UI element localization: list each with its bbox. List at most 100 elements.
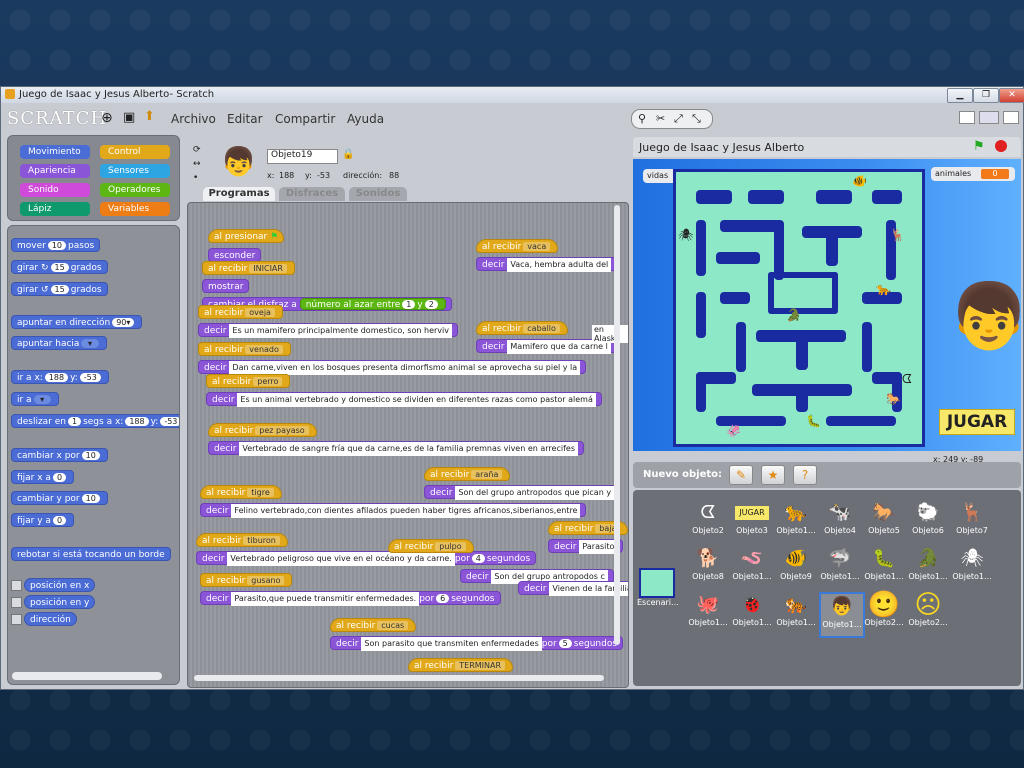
block-decir-viven[interactable]: decir Vienen de la familia: [518, 581, 628, 596]
block-al-recibir-arana[interactable]: al recibir araña: [424, 467, 511, 481]
sprite-name-field[interactable]: Objeto19: [267, 149, 338, 164]
block-decir-vaca[interactable]: decir Vaca, hembra adulta del: [476, 257, 618, 272]
block-al-recibir-gusano[interactable]: al recibir gusano: [200, 573, 293, 587]
block-ir-a[interactable]: ir a ▾: [11, 392, 59, 406]
stop-icon[interactable]: [995, 140, 1007, 152]
block-decir-arana[interactable]: decir Son del grupo antropodos que pican …: [424, 485, 621, 500]
sprite-thumb-5[interactable]: 🐎 Objeto5: [863, 500, 905, 542]
block-al-recibir-terminar[interactable]: al recibir TERMINAR: [408, 658, 514, 672]
category-sensores[interactable]: Sensores: [100, 164, 170, 178]
menu-editar[interactable]: Editar: [227, 112, 263, 126]
no-rotate-icon[interactable]: •: [193, 173, 198, 183]
presentation-icon[interactable]: [1003, 111, 1019, 124]
tab-sonidos[interactable]: Sonidos: [349, 187, 407, 201]
category-sonido[interactable]: Sonido: [20, 183, 90, 197]
sprite-thumb-14[interactable]: 🕷 Objeto1...: [951, 546, 993, 588]
block-al-recibir-pez[interactable]: al recibir pez payaso: [208, 423, 317, 437]
block-decir-gusano[interactable]: decir Parasito,que puede transmitir enfer…: [200, 591, 501, 606]
menu-compartir[interactable]: Compartir: [275, 112, 335, 126]
category-control[interactable]: Control: [100, 145, 170, 159]
category-operadores[interactable]: Operadores: [100, 183, 170, 197]
block-decir-pez[interactable]: decir Vertebrado de sangre fría que da ca…: [208, 441, 584, 456]
lock-icon[interactable]: 🔒: [342, 149, 354, 160]
rotate-all-icon[interactable]: ⟳: [193, 145, 201, 155]
sprite-thumb-7[interactable]: 🦌 Objeto7: [951, 500, 993, 542]
scissors-icon[interactable]: ✂: [656, 112, 665, 125]
sprite-thumb-18[interactable]: 👦 Objeto1...: [819, 592, 865, 638]
block-al-recibir-tigre[interactable]: al recibir tigre: [200, 485, 282, 499]
block-al-recibir-cucas[interactable]: al recibir cucas: [330, 618, 417, 632]
sprite-thumb-20[interactable]: ☹ Objeto2...: [907, 592, 949, 634]
category-movimiento[interactable]: Movimiento: [20, 145, 90, 159]
scripts-vscrollbar[interactable]: [614, 205, 620, 645]
block-al-recibir-oveja[interactable]: al recibir oveja: [198, 305, 283, 319]
cheetah-sprite-icon[interactable]: 🐆: [876, 282, 891, 296]
tab-programas[interactable]: Programas: [203, 187, 275, 201]
block-decir-venado[interactable]: decir Dan carne,viven en los bosques pres…: [198, 360, 587, 375]
block-al-recibir-tiburon[interactable]: al recibir tiburon: [196, 533, 288, 547]
random-sprite-button[interactable]: ?: [793, 465, 817, 485]
block-fijar-y[interactable]: fijar y a0: [11, 513, 75, 527]
checkbox-posicion-y[interactable]: [11, 597, 22, 608]
block-girar-derecha[interactable]: girar ↻ 15 grados: [11, 260, 108, 274]
block-al-recibir-pulpo[interactable]: al recibir pulpo: [388, 539, 474, 553]
sprite-thumb-11[interactable]: 🦈 Objeto1...: [819, 546, 861, 588]
block-decir-tigre[interactable]: decir Felino vertebrado,con dientes afila…: [200, 503, 587, 518]
block-apuntar-direccion[interactable]: apuntar en dirección 90▾: [11, 315, 143, 329]
spider-sprite-icon[interactable]: 🕷: [678, 228, 693, 242]
fish-sprite-icon[interactable]: 🐠: [852, 174, 867, 188]
block-decir-perro[interactable]: decir Es un animal vertebrado y domestico…: [206, 392, 602, 407]
pacman-sprite-icon[interactable]: ᗧ: [902, 372, 912, 387]
hat-al-presionar[interactable]: al presionar ⚑: [208, 229, 285, 243]
block-cambiar-y[interactable]: cambiar y por 10: [11, 491, 108, 505]
stage-thumbnail[interactable]: Escenari...: [637, 568, 679, 612]
reporter-posicion-y[interactable]: posición en y: [24, 595, 96, 609]
stage[interactable]: vidas 3 animales 0: [633, 159, 1021, 451]
sprite-thumb-1[interactable]: ᗧ Objeto2: [687, 500, 729, 542]
checkbox-direccion[interactable]: [11, 614, 22, 625]
tab-disfraces[interactable]: Disfraces: [279, 187, 345, 201]
paint-sprite-button[interactable]: ✎: [729, 465, 753, 485]
block-deslizar[interactable]: deslizar en 1 segs a x: 188 y: -53: [11, 414, 179, 428]
crocodile-sprite-icon[interactable]: 🐊: [786, 308, 801, 322]
sprite-thumb-9[interactable]: 🪱 Objeto1...: [731, 546, 773, 588]
grow-icon[interactable]: ⤢: [674, 112, 683, 126]
category-lapiz[interactable]: Lápiz: [20, 202, 90, 216]
sprite-thumb-2[interactable]: JUGAR Objeto3: [731, 500, 773, 542]
shrink-icon[interactable]: ⤡: [692, 112, 701, 126]
block-mover[interactable]: mover 10 pasos: [11, 238, 101, 252]
globe-icon[interactable]: ⊕: [101, 110, 113, 126]
block-mostrar[interactable]: mostrar: [202, 279, 250, 293]
close-button[interactable]: ✕: [999, 88, 1024, 103]
block-al-recibir-caballo[interactable]: al recibir caballo: [476, 321, 568, 335]
checkbox-posicion-x[interactable]: [11, 580, 22, 591]
block-al-recibir-perro[interactable]: al recibir perro: [206, 374, 291, 388]
stamp-icon[interactable]: ⚲: [638, 112, 646, 125]
block-apuntar-hacia[interactable]: apuntar hacia ▾: [11, 336, 107, 350]
block-ir-a-xy[interactable]: ir a x: 188 y: -53: [11, 370, 109, 384]
sprite-thumb-3[interactable]: 🐆 Objeto1...: [775, 500, 817, 542]
green-flag-icon[interactable]: ⚑: [973, 139, 985, 154]
deer-sprite-icon[interactable]: 🦌: [890, 228, 905, 242]
block-decir-cucas[interactable]: decir Son parasito que transmiten enferme…: [330, 636, 624, 651]
sprite-thumb-13[interactable]: 🐊 Objeto1...: [907, 546, 949, 588]
category-apariencia[interactable]: Apariencia: [20, 164, 90, 178]
block-rebotar[interactable]: rebotar si está tocando un borde: [11, 547, 171, 561]
sprite-thumb-15[interactable]: 🐙 Objeto1...: [687, 592, 729, 634]
block-girar-izquierda[interactable]: girar ↺ 15 grados: [11, 282, 108, 296]
save-icon[interactable]: ▣: [123, 110, 135, 125]
sprite-thumb-4[interactable]: 🐄 Objeto4: [819, 500, 861, 542]
horse-sprite-icon[interactable]: 🐎: [886, 392, 901, 406]
small-stage-icon[interactable]: [959, 111, 975, 124]
scripts-hscrollbar[interactable]: [194, 675, 604, 681]
sprite-thumb-10[interactable]: 🐠 Objeto9: [775, 546, 817, 588]
block-decir-parasito[interactable]: decir Parasito: [548, 539, 624, 554]
share-icon[interactable]: ⬆: [144, 109, 155, 124]
block-al-recibir-venado[interactable]: al recibir venado: [198, 342, 291, 356]
menu-ayuda[interactable]: Ayuda: [347, 112, 384, 126]
flip-icon[interactable]: ↔: [193, 159, 201, 169]
category-variables[interactable]: Variables: [100, 202, 170, 216]
normal-stage-icon[interactable]: [979, 111, 999, 124]
sprite-thumb-17[interactable]: 🐅 Objeto1...: [775, 592, 817, 634]
minimize-button[interactable]: ▁: [947, 88, 973, 103]
